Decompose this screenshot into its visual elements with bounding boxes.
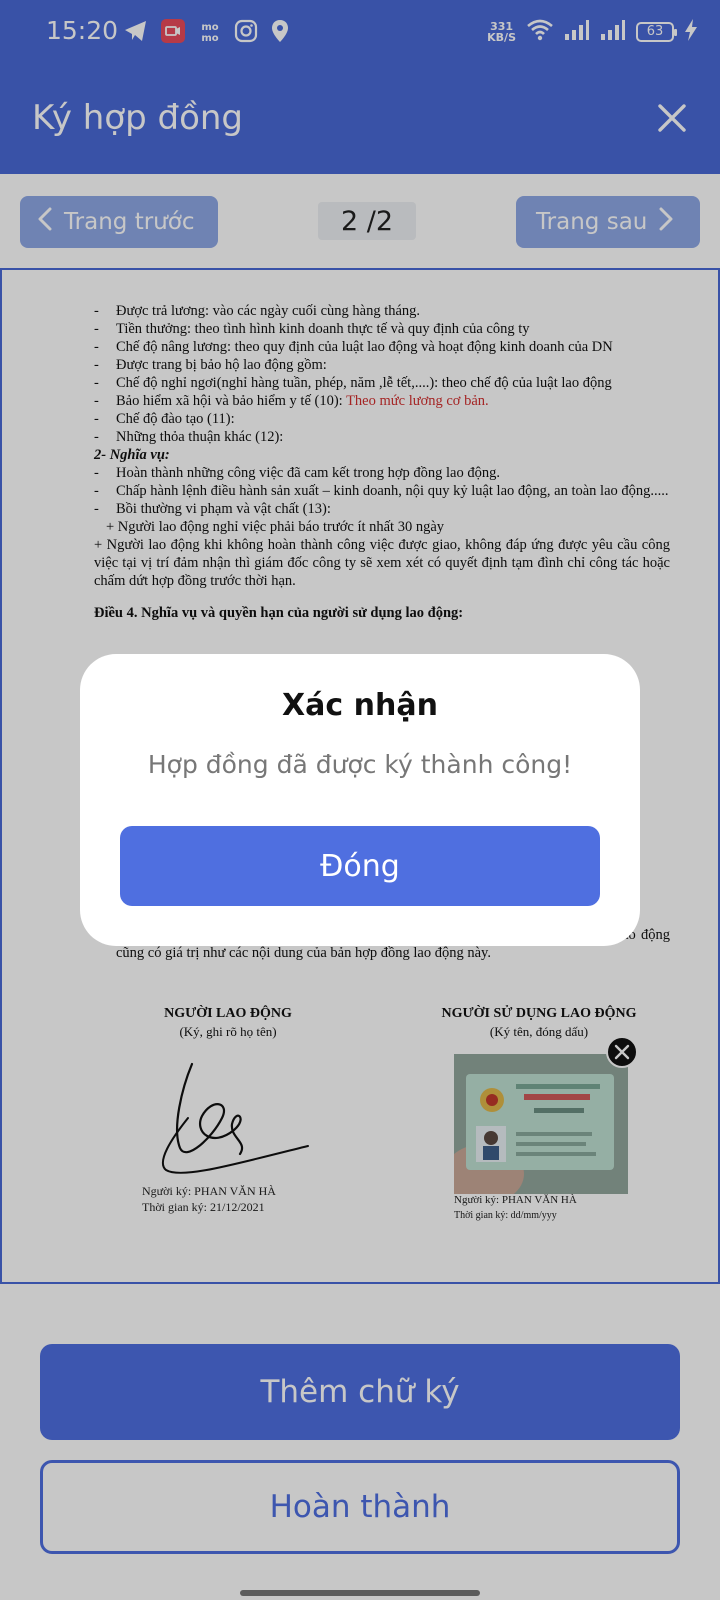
dialog-title: Xác nhận: [282, 688, 438, 723]
dialog-close-button[interactable]: Đóng: [120, 826, 600, 906]
dialog-message: Hợp đồng đã được ký thành công!: [147, 750, 573, 779]
confirmation-dialog: Xác nhận Hợp đồng đã được ký thành công!…: [80, 654, 640, 946]
